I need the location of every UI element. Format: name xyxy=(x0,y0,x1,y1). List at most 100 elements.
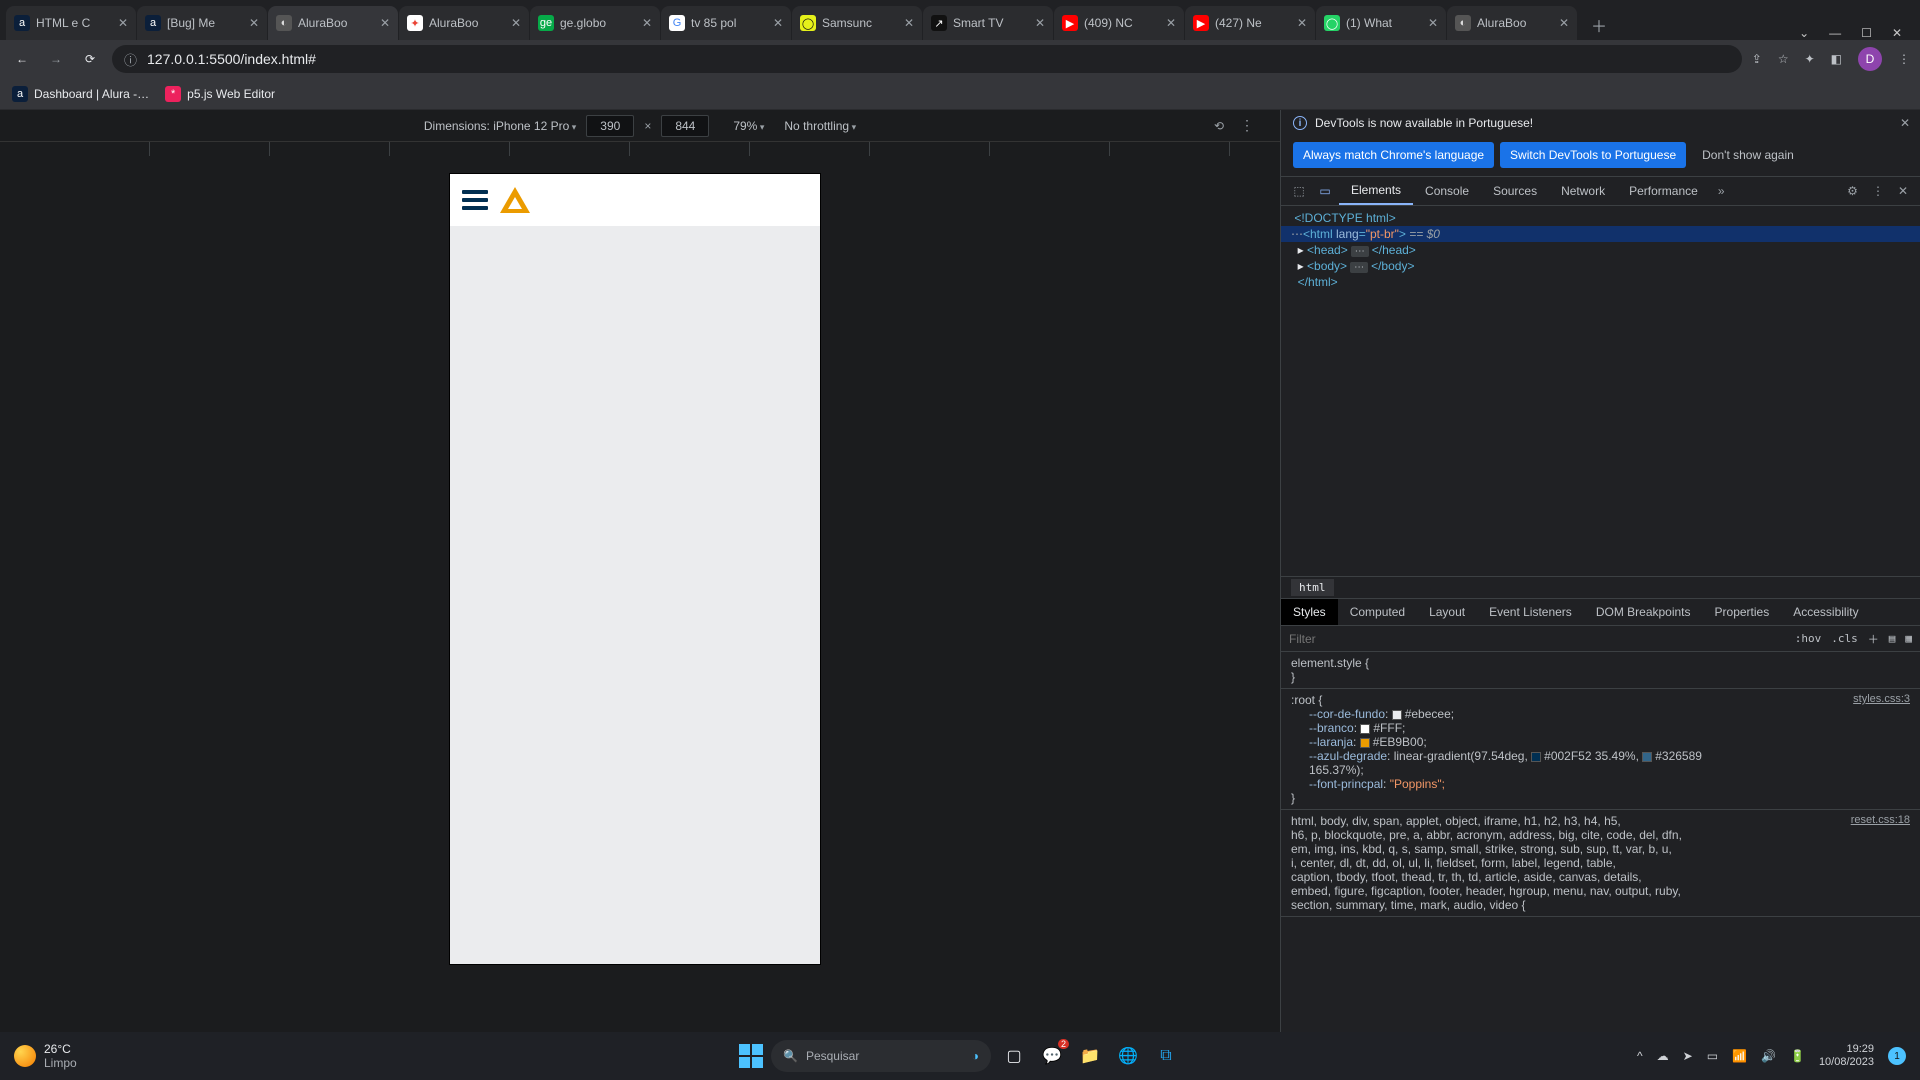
taskbar-app-chrome[interactable]: 🌐 xyxy=(1113,1041,1143,1071)
close-tab-icon[interactable]: ✕ xyxy=(380,16,390,30)
styles-rules[interactable]: element.style { } styles.css:3 :root { -… xyxy=(1281,652,1920,1032)
device-more-icon[interactable]: ⋮ xyxy=(1240,117,1254,134)
device-width-input[interactable] xyxy=(586,115,634,137)
styles-subtab[interactable]: Styles xyxy=(1281,599,1338,625)
source-link[interactable]: styles.css:3 xyxy=(1853,693,1910,705)
site-info-icon[interactable]: ⓘ xyxy=(124,50,137,69)
switch-language-button[interactable]: Switch DevTools to Portuguese xyxy=(1500,142,1686,168)
styles-filter-input[interactable] xyxy=(1289,632,1785,646)
device-selector[interactable]: Dimensions: iPhone 12 Pro xyxy=(424,119,576,133)
close-tab-icon[interactable]: ✕ xyxy=(1297,16,1307,30)
forward-button[interactable]: → xyxy=(44,47,68,71)
selected-dom-node[interactable]: ⋯<html lang="pt-br"> == $0 xyxy=(1281,226,1920,242)
styles-subtab[interactable]: Accessibility xyxy=(1781,599,1870,625)
taskbar-app-vscode[interactable]: ⧉ xyxy=(1151,1041,1181,1071)
close-tab-icon[interactable]: ✕ xyxy=(511,16,521,30)
browser-tab[interactable]: aHTML e C✕ xyxy=(6,6,136,40)
devtools-tab[interactable]: Performance xyxy=(1617,177,1710,205)
browser-tab[interactable]: ✦AluraBoo✕ xyxy=(399,6,529,40)
reload-button[interactable]: ⟳ xyxy=(78,47,102,71)
close-tab-icon[interactable]: ✕ xyxy=(642,16,652,30)
location-icon[interactable]: ➤ xyxy=(1683,1049,1693,1063)
browser-tab[interactable]: gege.globo✕ xyxy=(530,6,660,40)
minimize-icon[interactable]: ― xyxy=(1829,26,1841,40)
back-button[interactable]: ← xyxy=(10,47,34,71)
dom-breadcrumb[interactable]: html xyxy=(1281,576,1920,598)
browser-tab[interactable]: ◐AluraBoo✕ xyxy=(1447,6,1577,40)
sidepanel-icon[interactable]: ◧ xyxy=(1831,52,1842,66)
dom-tree[interactable]: <!DOCTYPE html> ⋯<html lang="pt-br"> == … xyxy=(1281,206,1920,576)
close-tab-icon[interactable]: ✕ xyxy=(118,16,128,30)
devtools-more-icon[interactable]: ⋮ xyxy=(1866,184,1890,198)
tray-chevron-icon[interactable]: ^ xyxy=(1637,1049,1643,1063)
computed-toggle-icon[interactable]: ▤ xyxy=(1889,632,1896,645)
chrome-menu-icon[interactable]: ⋮ xyxy=(1898,52,1910,66)
maximize-icon[interactable]: ☐ xyxy=(1861,26,1872,40)
devtools-tab[interactable]: Elements xyxy=(1339,177,1413,205)
browser-tab[interactable]: ↗Smart TV✕ xyxy=(923,6,1053,40)
throttling-selector[interactable]: No throttling xyxy=(784,119,856,133)
more-tabs-icon[interactable]: » xyxy=(1712,184,1731,198)
bookmark-star-icon[interactable]: ☆ xyxy=(1778,52,1789,66)
close-tab-icon[interactable]: ✕ xyxy=(1559,16,1569,30)
address-bar[interactable]: ⓘ 127.0.0.1:5500/index.html# xyxy=(112,45,1742,73)
onedrive-icon[interactable]: ☁ xyxy=(1657,1049,1669,1063)
zoom-selector[interactable]: 79% xyxy=(733,119,764,133)
browser-tab[interactable]: Gtv 85 pol✕ xyxy=(661,6,791,40)
hamburger-icon[interactable] xyxy=(462,190,488,210)
close-tab-icon[interactable]: ✕ xyxy=(1166,16,1176,30)
weather-widget[interactable]: 26°C Limpo xyxy=(14,1042,77,1070)
devtools-close-icon[interactable]: ✕ xyxy=(1892,184,1914,198)
clock[interactable]: 19:29 10/08/2023 xyxy=(1819,1043,1874,1068)
bookmark-item[interactable]: *p5.js Web Editor xyxy=(165,86,275,102)
rotate-icon[interactable]: ⟲ xyxy=(1214,119,1224,133)
styles-subtab[interactable]: Computed xyxy=(1338,599,1417,625)
device-toggle-icon[interactable]: ▭ xyxy=(1313,179,1337,203)
taskbar-search[interactable]: 🔍 Pesquisar ◑ xyxy=(771,1040,991,1072)
wifi-icon[interactable]: 📶 xyxy=(1732,1049,1747,1063)
tab-search-icon[interactable]: ⌄ xyxy=(1799,26,1809,40)
browser-tab[interactable]: ◐AluraBoo✕ xyxy=(268,6,398,40)
styles-subtab[interactable]: Properties xyxy=(1703,599,1782,625)
close-tab-icon[interactable]: ✕ xyxy=(773,16,783,30)
dont-show-again-button[interactable]: Don't show again xyxy=(1692,142,1804,168)
browser-tab[interactable]: ▶(427) Ne✕ xyxy=(1185,6,1315,40)
language-icon[interactable]: ▭ xyxy=(1707,1049,1718,1063)
cls-toggle[interactable]: .cls xyxy=(1831,632,1858,645)
taskbar-app-explorer[interactable]: 📁 xyxy=(1075,1041,1105,1071)
start-button[interactable] xyxy=(739,1044,763,1068)
devtools-tab[interactable]: Console xyxy=(1413,177,1481,205)
taskbar-app-chat[interactable]: 💬2 xyxy=(1037,1041,1067,1071)
styles-subtab[interactable]: DOM Breakpoints xyxy=(1584,599,1703,625)
task-view-icon[interactable]: ▢ xyxy=(999,1041,1029,1071)
styles-subtab[interactable]: Layout xyxy=(1417,599,1477,625)
inspect-element-icon[interactable]: ⬚ xyxy=(1287,179,1311,203)
close-tab-icon[interactable]: ✕ xyxy=(904,16,914,30)
share-icon[interactable]: ⇪ xyxy=(1752,52,1762,66)
styles-subtab[interactable]: Event Listeners xyxy=(1477,599,1584,625)
browser-tab[interactable]: ◯(1) What✕ xyxy=(1316,6,1446,40)
new-tab-button[interactable]: ＋ xyxy=(1584,10,1614,40)
profile-avatar[interactable]: D xyxy=(1858,47,1882,71)
close-tab-icon[interactable]: ✕ xyxy=(1035,16,1045,30)
browser-tab[interactable]: a[Bug] Me✕ xyxy=(137,6,267,40)
always-match-button[interactable]: Always match Chrome's language xyxy=(1293,142,1494,168)
banner-close-icon[interactable]: ✕ xyxy=(1900,116,1910,130)
devtools-tab[interactable]: Network xyxy=(1549,177,1617,205)
close-tab-icon[interactable]: ✕ xyxy=(1428,16,1438,30)
close-tab-icon[interactable]: ✕ xyxy=(249,16,259,30)
source-link[interactable]: reset.css:18 xyxy=(1851,814,1910,826)
bookmark-item[interactable]: aDashboard | Alura -… xyxy=(12,86,149,102)
close-window-icon[interactable]: ✕ xyxy=(1892,26,1902,40)
notification-center[interactable]: 1 xyxy=(1888,1047,1906,1065)
new-style-rule-icon[interactable]: ＋ xyxy=(1868,631,1879,647)
browser-tab[interactable]: ▶(409) NC✕ xyxy=(1054,6,1184,40)
battery-icon[interactable]: 🔋 xyxy=(1790,1049,1805,1063)
browser-tab[interactable]: ◯Samsunc✕ xyxy=(792,6,922,40)
rendering-icon[interactable]: ▦ xyxy=(1905,632,1912,645)
volume-icon[interactable]: 🔊 xyxy=(1761,1049,1776,1063)
devtools-settings-icon[interactable]: ⚙ xyxy=(1841,184,1864,198)
extensions-icon[interactable]: ✦ xyxy=(1805,52,1815,66)
device-height-input[interactable] xyxy=(661,115,709,137)
devtools-tab[interactable]: Sources xyxy=(1481,177,1549,205)
